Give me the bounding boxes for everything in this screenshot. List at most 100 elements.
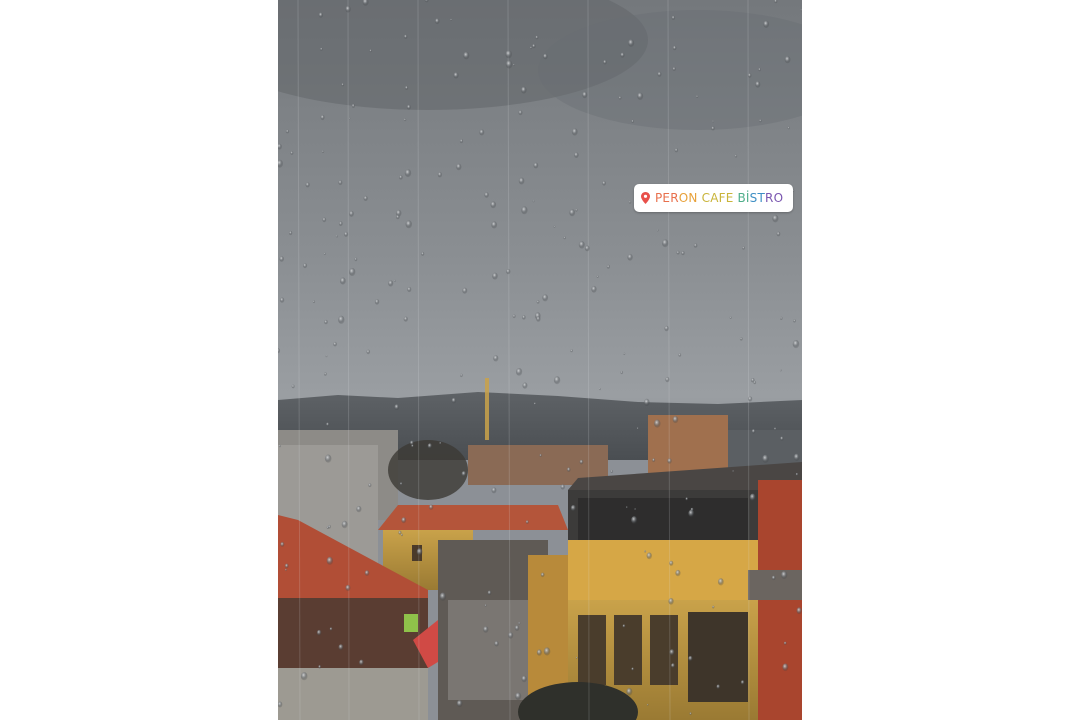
raindrop xyxy=(427,443,433,449)
raindrop xyxy=(280,542,285,547)
raindrop xyxy=(671,663,675,669)
raindrop xyxy=(540,572,545,578)
raindrop xyxy=(602,180,606,186)
raindrop xyxy=(318,665,322,669)
raindrop xyxy=(326,556,334,565)
raindrop xyxy=(553,225,556,228)
raindrop xyxy=(575,208,578,212)
raindrop xyxy=(772,214,779,223)
raindrop xyxy=(462,287,468,294)
raindrop xyxy=(567,467,571,473)
raindrop xyxy=(774,427,777,431)
raindrop xyxy=(667,458,672,464)
raindrop xyxy=(636,427,639,430)
raindrop xyxy=(689,712,692,716)
raindrop xyxy=(320,114,325,121)
raindrop xyxy=(647,703,649,706)
raindrop xyxy=(678,353,682,357)
raindrop xyxy=(628,200,632,204)
raindrop xyxy=(734,154,738,158)
raindrop xyxy=(505,60,513,69)
raindrop xyxy=(732,470,734,473)
raindrop xyxy=(626,688,633,696)
page: PERON CAFE BİSTRO xyxy=(0,0,1080,720)
raindrop xyxy=(759,119,762,123)
raindrop xyxy=(320,47,323,51)
raindrop xyxy=(368,483,372,488)
raindrop xyxy=(623,352,626,356)
raindrop xyxy=(610,469,614,474)
raindrop xyxy=(437,172,442,178)
raindrop xyxy=(599,387,601,391)
raindrop xyxy=(665,376,670,383)
raindrop xyxy=(688,655,693,662)
raindrop xyxy=(516,368,523,376)
raindrop xyxy=(403,118,407,122)
location-name-segment: CAFE xyxy=(701,191,738,205)
raindrop xyxy=(755,81,761,88)
raindrop xyxy=(669,560,674,566)
raindrop xyxy=(631,119,634,123)
raindrop xyxy=(646,552,652,560)
raindrop xyxy=(305,182,310,188)
raindrop xyxy=(505,50,512,59)
raindrop xyxy=(780,436,784,441)
raindrop xyxy=(316,629,322,636)
raindrop xyxy=(532,200,535,203)
raindrop xyxy=(326,422,330,427)
raindrop xyxy=(543,647,551,656)
raindrop xyxy=(563,236,566,240)
location-name-segment: Bİ xyxy=(737,191,750,205)
raindrop xyxy=(533,402,537,406)
raindrop xyxy=(574,152,579,159)
raindrop xyxy=(628,39,635,47)
raindrop xyxy=(532,44,536,49)
raindrop xyxy=(518,110,523,116)
raindrop xyxy=(396,214,400,220)
raindrop xyxy=(284,563,289,569)
raindrop xyxy=(535,35,539,40)
raindrop xyxy=(536,316,541,322)
raindrop xyxy=(411,444,414,448)
raindrop xyxy=(634,508,636,511)
raindrop xyxy=(584,245,590,252)
raindrop xyxy=(291,384,295,389)
raindrop xyxy=(318,12,324,18)
raindrop xyxy=(288,230,293,236)
location-sticker[interactable]: PERON CAFE BİSTRO xyxy=(634,184,794,212)
location-name-segment: PER xyxy=(655,191,679,205)
raindrop xyxy=(539,454,542,457)
raindrop xyxy=(450,18,453,21)
raindrop xyxy=(303,263,308,269)
raindrop xyxy=(338,644,344,651)
location-name-segment: RO xyxy=(765,191,784,205)
raindrop xyxy=(579,459,584,465)
raindrop xyxy=(324,454,332,463)
raindrop xyxy=(354,257,358,262)
raindrop xyxy=(439,442,442,445)
raindrop xyxy=(771,575,776,581)
raindrop xyxy=(569,209,576,217)
raindrop xyxy=(453,72,459,79)
raindrop xyxy=(329,627,333,631)
raindrop xyxy=(674,148,679,153)
raindrop xyxy=(335,235,339,238)
raindrop xyxy=(536,649,542,656)
raindrop xyxy=(521,86,527,94)
raindrop xyxy=(416,548,423,556)
raindrop xyxy=(795,472,799,476)
raindrop xyxy=(300,672,308,681)
raindrop xyxy=(344,231,349,237)
raindrop xyxy=(405,220,412,229)
raindrop xyxy=(536,300,540,304)
raindrop xyxy=(796,607,802,615)
raindrop xyxy=(522,315,526,320)
raindrop xyxy=(506,268,511,275)
raindrop xyxy=(780,316,783,320)
raindrop xyxy=(631,516,638,524)
raindrop xyxy=(278,444,281,448)
raindrop xyxy=(338,180,343,186)
raindrop xyxy=(410,440,414,446)
raindrop xyxy=(749,493,756,502)
raindrop xyxy=(753,380,757,385)
